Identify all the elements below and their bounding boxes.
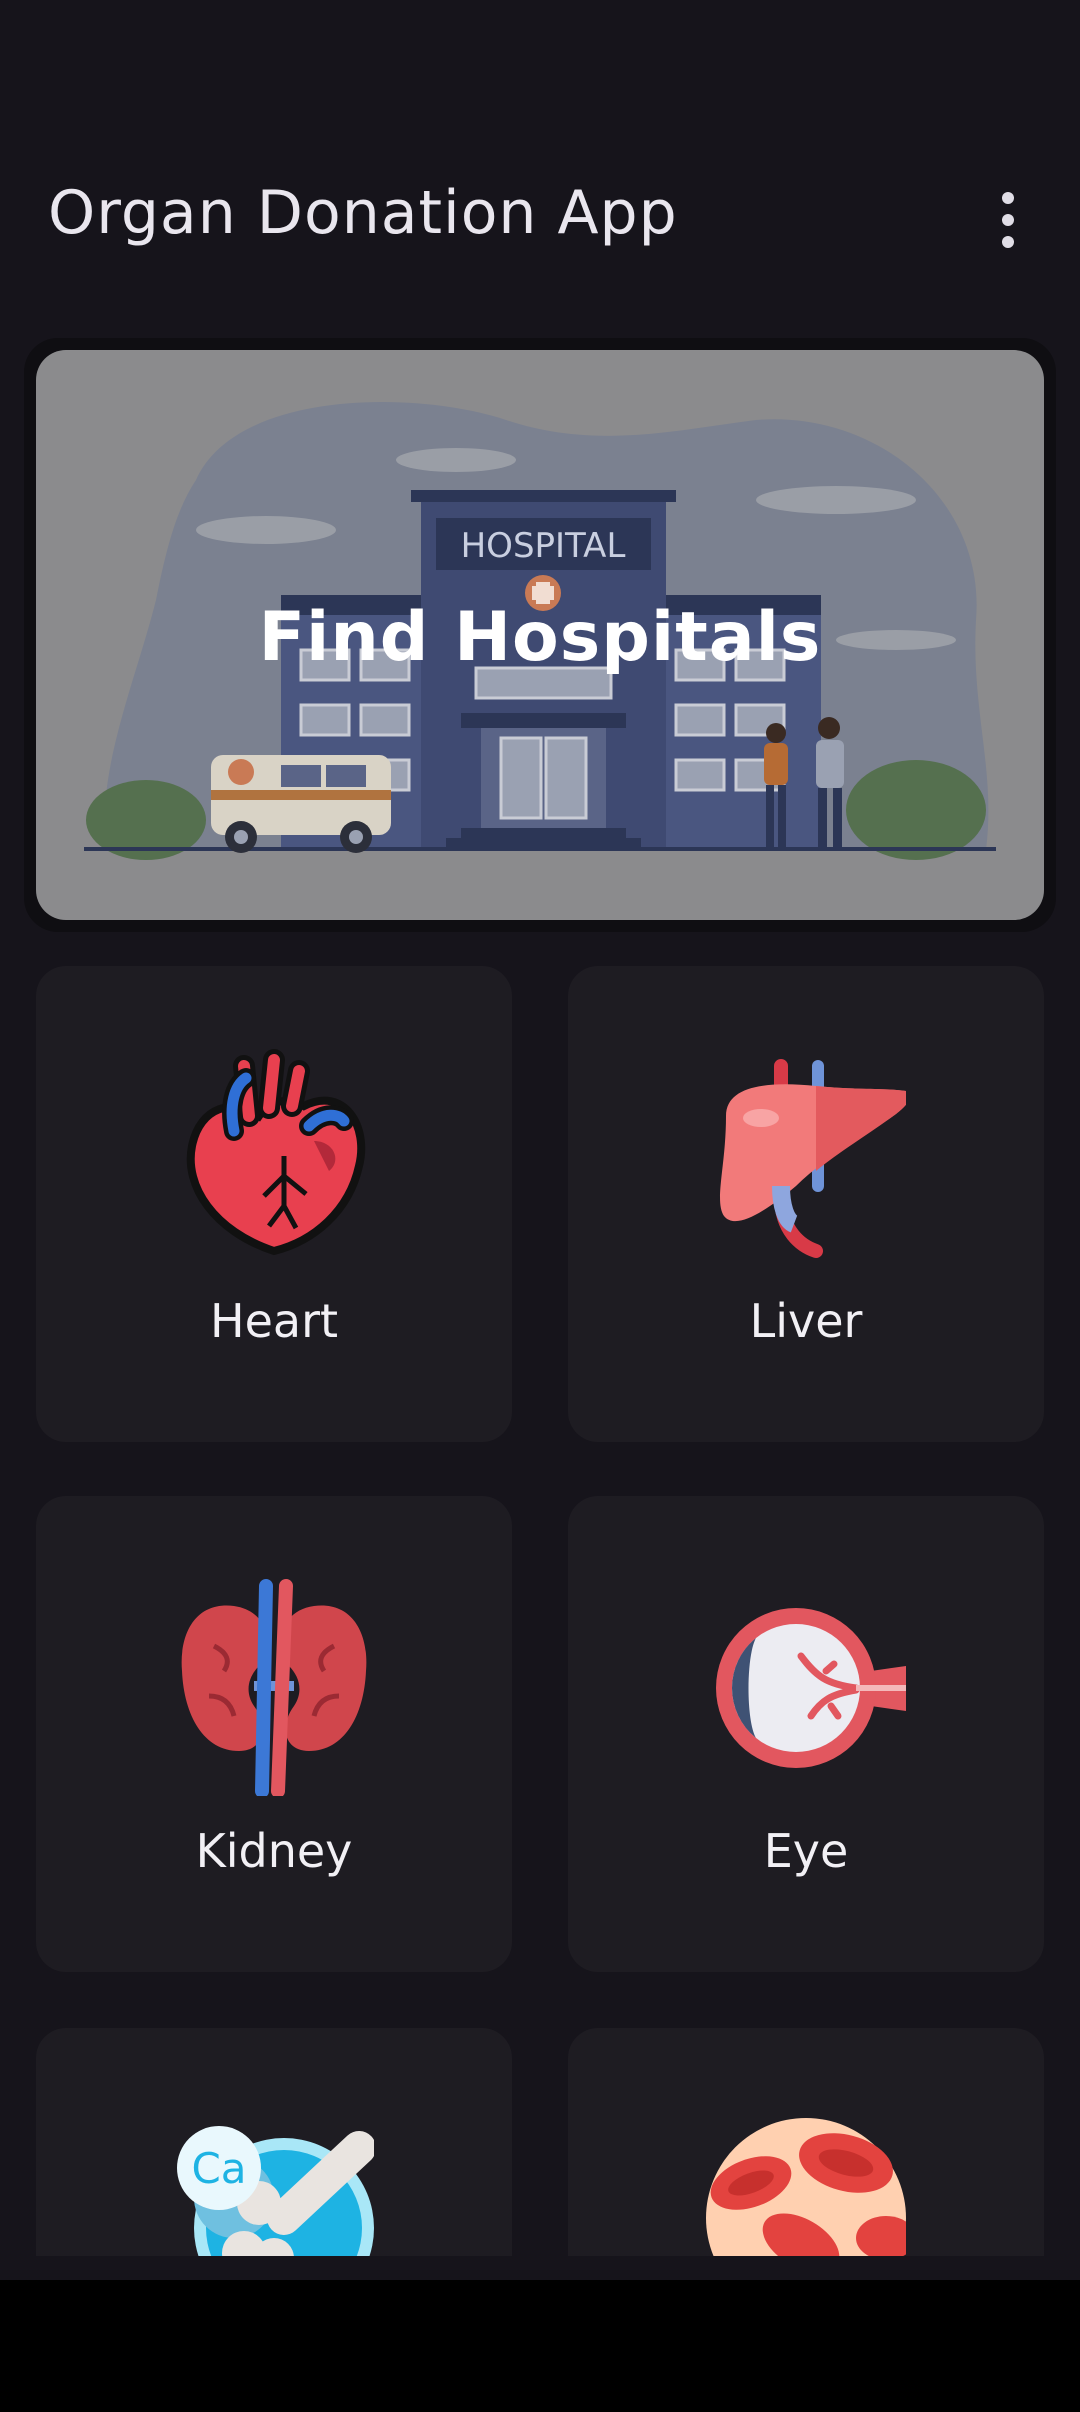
organ-tile-eye[interactable]: Eye — [568, 1496, 1044, 1972]
scroll-content: Organ Donation App HOSPITAL Find Hospita… — [0, 0, 1080, 2256]
organ-label: Kidney — [195, 1824, 353, 1878]
organ-tile-liver[interactable]: Liver — [568, 966, 1044, 1442]
blood-cells-icon — [706, 2118, 906, 2256]
more-vert-icon — [1002, 192, 1014, 204]
organ-tile-blood[interactable] — [568, 2028, 1044, 2256]
organ-label: Heart — [209, 1294, 339, 1348]
more-options-button[interactable] — [978, 180, 1038, 260]
organ-tile-bone[interactable]: Ca — [36, 2028, 512, 2256]
kidney-icon — [181, 1579, 367, 1796]
app-bar: Organ Donation App — [0, 0, 1080, 300]
hospital-sign-text: HOSPITAL — [461, 526, 626, 566]
find-hospitals-banner[interactable]: HOSPITAL Find Hospitals — [36, 350, 1044, 920]
organ-label: Liver — [749, 1294, 863, 1348]
liver-icon — [720, 1059, 906, 1258]
organ-tile-kidney[interactable]: Kidney — [36, 1496, 512, 1972]
eye-icon — [716, 1608, 906, 1768]
more-vert-icon-dot — [1002, 236, 1014, 248]
more-vert-icon-dot — [1002, 214, 1014, 226]
calcium-badge-text: Ca — [191, 2144, 246, 2193]
system-nav-bar — [0, 2280, 1080, 2412]
organ-label: Eye — [763, 1824, 849, 1878]
app-title: Organ Donation App — [48, 178, 678, 248]
organ-tile-heart[interactable]: Heart — [36, 966, 512, 1442]
find-hospitals-label: Find Hospitals — [258, 598, 822, 677]
bone-icon: Ca — [177, 2126, 374, 2256]
heart-icon — [186, 1049, 366, 1256]
